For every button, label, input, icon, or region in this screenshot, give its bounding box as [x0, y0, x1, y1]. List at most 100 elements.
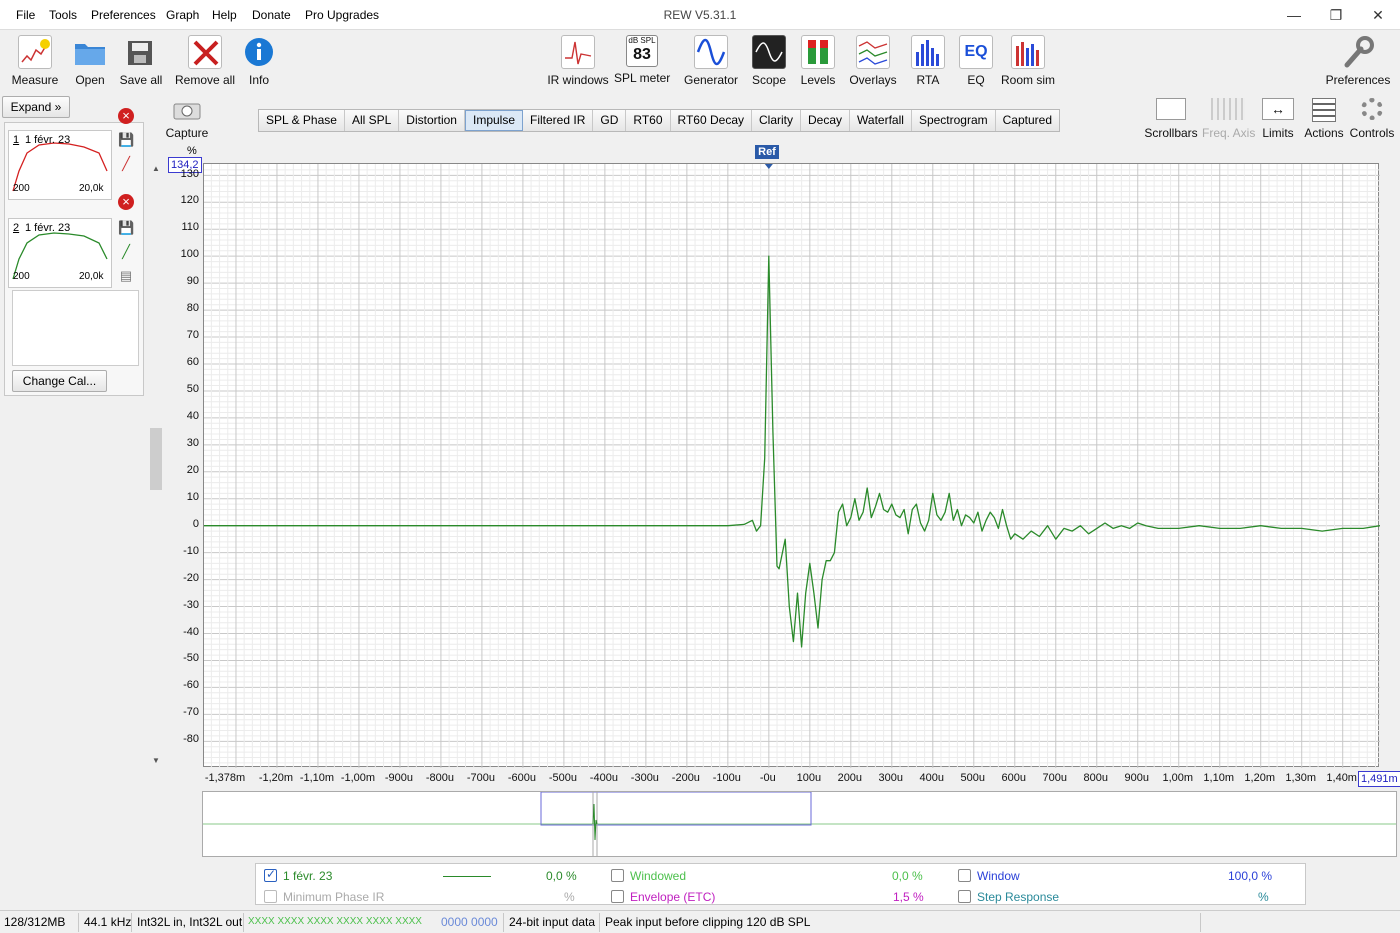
min-phase-checkbox[interactable] — [264, 890, 277, 903]
status-bar: 128/312MB 44.1 kHz Int32L in, Int32L out… — [0, 910, 1400, 933]
menu-graph[interactable]: Graph — [166, 8, 199, 22]
tab-all-spl[interactable]: All SPL — [344, 110, 400, 131]
x-end-limit-box[interactable]: 1,491m — [1358, 771, 1400, 787]
notes-measurement-2-icon[interactable]: ▤ — [118, 268, 134, 284]
status-separator — [131, 913, 132, 932]
menu-preferences[interactable]: Preferences — [91, 8, 156, 22]
change-cal-button[interactable]: Change Cal... — [12, 370, 107, 392]
tab-decay[interactable]: Decay — [801, 110, 851, 131]
save-measurement-2-icon[interactable]: 💾 — [118, 220, 134, 236]
save-all-button[interactable]: Save all — [118, 35, 164, 87]
x-tick-label: 900u — [1124, 772, 1149, 784]
step-response-checkbox[interactable] — [958, 890, 971, 903]
overview-strip[interactable] — [202, 791, 1397, 857]
freq-axis-button: Freq. Axis — [1202, 98, 1255, 140]
impulse-graph[interactable]: % 134,2 130 120 110 100 90 80 70 60 50 40 30 20 10 0… — [163, 145, 1400, 790]
envelope-checkbox[interactable] — [611, 890, 624, 903]
actions-button[interactable]: Actions — [1302, 98, 1346, 140]
menu-tools[interactable]: Tools — [49, 8, 77, 22]
rta-icon — [911, 35, 945, 69]
tab-gd[interactable]: GD — [593, 110, 627, 131]
controls-button[interactable]: Controls — [1348, 98, 1396, 140]
remove-measurement-1-icon[interactable]: × — [118, 108, 134, 124]
generator-button[interactable]: Generator — [682, 35, 740, 87]
close-window-button[interactable]: ✕ — [1365, 4, 1391, 26]
scope-button[interactable]: Scope — [748, 35, 790, 87]
y-tick-label: -50 — [183, 652, 199, 665]
scrollbars-button[interactable]: Scrollbars — [1144, 98, 1198, 140]
tab-waterfall[interactable]: Waterfall — [850, 110, 912, 131]
scroll-up-icon[interactable]: ▲ — [152, 164, 160, 173]
tab-captured[interactable]: Captured — [995, 110, 1060, 131]
scrollbars-icon — [1156, 98, 1186, 120]
measurement-2-xstart: 200 — [13, 271, 30, 282]
color-measurement-1-icon[interactable]: ╱ — [118, 156, 134, 172]
y-tick-label: 30 — [186, 436, 199, 449]
tab-spectrogram[interactable]: Spectrogram — [911, 110, 996, 131]
window-checkbox[interactable] — [958, 869, 971, 882]
tab-rt60[interactable]: RT60 — [626, 110, 671, 131]
ir-windows-button[interactable]: IR windows — [546, 35, 610, 87]
spl-meter-button[interactable]: dB SPL 83 SPL meter — [614, 35, 670, 85]
meas-checkbox[interactable]: ✓ — [264, 867, 277, 882]
tab-clarity[interactable]: Clarity — [752, 110, 802, 131]
tab-spl-phase[interactable]: SPL & Phase — [259, 110, 345, 131]
expand-button[interactable]: Expand » — [2, 96, 70, 118]
ref-marker[interactable]: Ref — [755, 145, 779, 159]
info-label: Info — [248, 73, 269, 87]
y-tick-label: -20 — [183, 571, 199, 584]
limits-button[interactable]: ↔ Limits — [1258, 98, 1298, 140]
open-button[interactable]: Open — [68, 35, 112, 87]
room-sim-button[interactable]: Room sim — [1000, 35, 1056, 87]
scroll-down-icon[interactable]: ▼ — [152, 756, 160, 765]
tab-distortion[interactable]: Distortion — [399, 110, 465, 131]
x-tick-label: -1,10m — [299, 772, 335, 784]
preferences-button[interactable]: Preferences — [1322, 35, 1394, 87]
scrollbar-thumb[interactable] — [150, 428, 162, 490]
restore-button[interactable]: ❐ — [1323, 4, 1349, 26]
measure-icon — [18, 35, 52, 69]
menu-file[interactable]: File — [16, 8, 35, 22]
minimize-button[interactable]: — — [1281, 4, 1307, 26]
status-separator — [503, 913, 504, 932]
save-icon — [124, 35, 158, 69]
overlays-button[interactable]: Overlays — [848, 35, 898, 87]
panel-scrollbar[interactable]: ▲ ▼ — [150, 162, 162, 768]
menu-help[interactable]: Help — [212, 8, 237, 22]
spl-icon-unit: dB SPL — [628, 36, 656, 45]
remove-all-button[interactable]: Remove all — [172, 35, 238, 87]
legend-windowed: Windowed — [630, 869, 687, 883]
ir-windows-label: IR windows — [547, 73, 609, 87]
preferences-label: Preferences — [1325, 73, 1391, 87]
x-tick-label: 1,20m — [1244, 772, 1276, 784]
remove-measurement-2-icon[interactable]: × — [118, 194, 134, 210]
levels-icon — [801, 35, 835, 69]
controls-label: Controls — [1349, 126, 1395, 140]
eq-button[interactable]: EQ EQ — [956, 35, 996, 87]
levels-button[interactable]: Levels — [798, 35, 838, 87]
measure-button[interactable]: Measure — [8, 35, 62, 87]
save-measurement-1-icon[interactable]: 💾 — [118, 132, 134, 148]
overlays-label: Overlays — [849, 73, 897, 87]
menu-pro-upgrades[interactable]: Pro Upgrades — [305, 8, 379, 22]
tab-impulse[interactable]: Impulse — [464, 110, 524, 131]
color-measurement-2-icon[interactable]: ╱ — [118, 244, 134, 260]
status-peak-input: Peak input before clipping 120 dB SPL — [605, 915, 811, 929]
capture-button[interactable]: Capture — [164, 100, 210, 140]
y-tick-label: 80 — [186, 302, 199, 315]
status-format: Int32L in, Int32L out — [137, 915, 243, 929]
menu-donate[interactable]: Donate — [252, 8, 291, 22]
info-icon — [242, 35, 276, 69]
tab-rt60-decay[interactable]: RT60 Decay — [670, 110, 752, 131]
x-tick-label: -700u — [466, 772, 495, 784]
tab-filtered-ir[interactable]: Filtered IR — [523, 110, 594, 131]
x-tick-label: 800u — [1083, 772, 1108, 784]
windowed-checkbox[interactable] — [611, 869, 624, 882]
status-input-data: 24-bit input data — [509, 915, 596, 929]
x-tick-label: -500u — [548, 772, 577, 784]
info-button[interactable]: Info — [240, 35, 278, 87]
measurement-1-card[interactable]: 1 1 févr. 23 200 20,0k — [8, 130, 112, 200]
plot-area[interactable] — [203, 163, 1381, 768]
rta-button[interactable]: RTA — [908, 35, 948, 87]
measurement-2-card[interactable]: 2 1 févr. 23 200 20,0k — [8, 218, 112, 288]
